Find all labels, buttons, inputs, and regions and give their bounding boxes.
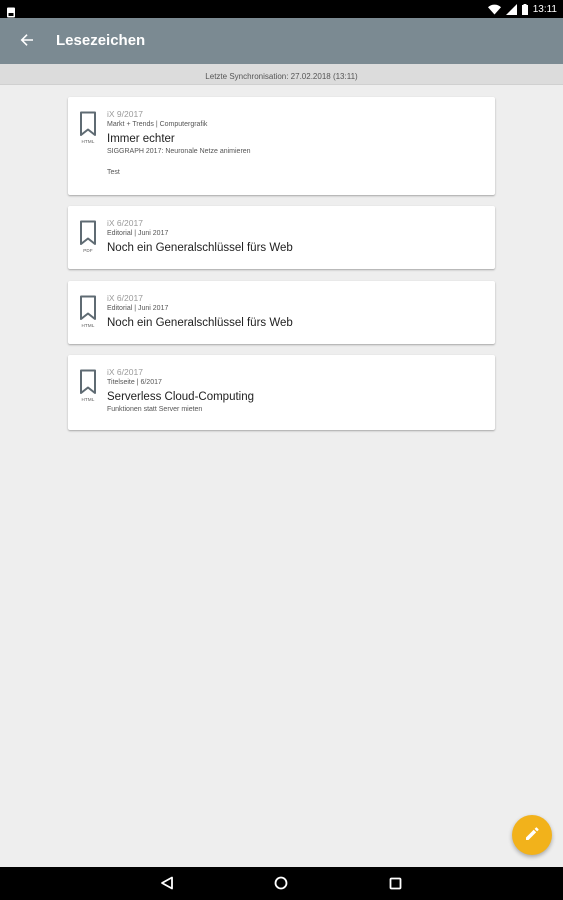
article-subtitle: Funktionen statt Server mieten <box>107 406 203 413</box>
system-nav-bar <box>0 867 563 900</box>
bookmark-note: Test <box>107 169 120 176</box>
rubric-label: Titelseite | 6/2017 <box>107 379 162 386</box>
bookmark-icon: PDF <box>78 220 98 254</box>
article-title: Serverless Cloud-Computing <box>107 391 255 403</box>
signal-icon <box>505 0 517 19</box>
bookmark-card[interactable]: PDF iX 6/2017 Editorial | Juni 2017 Noch… <box>68 206 495 269</box>
issue-label: iX 6/2017 <box>107 293 143 303</box>
sync-status-bar: Letzte Synchronisation: 27.02.2018 (13:1… <box>0 64 563 85</box>
bookmark-icon: HTML <box>78 369 98 403</box>
bookmark-icon: HTML <box>78 111 98 145</box>
bookmark-card[interactable]: HTML iX 9/2017 Markt + Trends | Computer… <box>68 97 495 195</box>
issue-label: iX 6/2017 <box>107 367 143 377</box>
article-title: Noch ein Generalschlüssel fürs Web <box>107 317 293 329</box>
article-title: Noch ein Generalschlüssel fürs Web <box>107 242 293 254</box>
document-type-label: PDF <box>83 248 93 253</box>
edit-fab-button[interactable] <box>512 815 552 855</box>
article-subtitle: SIGGRAPH 2017: Neuronale Netze animieren <box>107 148 251 155</box>
document-type-label: HTML <box>81 397 95 402</box>
sync-status-text: Letzte Synchronisation: 27.02.2018 (13:1… <box>205 72 358 81</box>
status-bar: 13:11 <box>0 0 563 18</box>
recents-square-icon <box>389 875 402 894</box>
wifi-icon <box>487 0 501 19</box>
bookmark-card[interactable]: HTML iX 6/2017 Titelseite | 6/2017 Serve… <box>68 355 495 430</box>
nav-recents-button[interactable] <box>386 875 404 893</box>
home-circle-icon <box>274 875 288 894</box>
document-type-label: HTML <box>81 139 95 144</box>
issue-label: iX 6/2017 <box>107 218 143 228</box>
nav-home-button[interactable] <box>272 875 290 893</box>
back-button[interactable] <box>14 29 40 53</box>
issue-label: iX 9/2017 <box>107 109 143 119</box>
status-time: 13:11 <box>532 3 557 15</box>
pencil-icon <box>525 826 540 845</box>
battery-icon <box>521 0 528 19</box>
page-title: Lesezeichen <box>56 32 146 49</box>
rubric-label: Editorial | Juni 2017 <box>107 230 169 237</box>
article-title: Immer echter <box>107 133 175 145</box>
rubric-label: Editorial | Juni 2017 <box>107 305 169 312</box>
rubric-label: Markt + Trends | Computergrafik <box>107 121 208 128</box>
app-bar: Lesezeichen <box>0 18 563 64</box>
sim-card-icon <box>6 3 16 18</box>
arrow-back-icon <box>20 32 34 51</box>
nav-back-button[interactable] <box>158 875 176 893</box>
bookmark-icon: HTML <box>78 295 98 329</box>
document-type-label: HTML <box>81 323 95 328</box>
back-triangle-icon <box>160 875 174 894</box>
bookmark-card[interactable]: HTML iX 6/2017 Editorial | Juni 2017 Noc… <box>68 281 495 344</box>
